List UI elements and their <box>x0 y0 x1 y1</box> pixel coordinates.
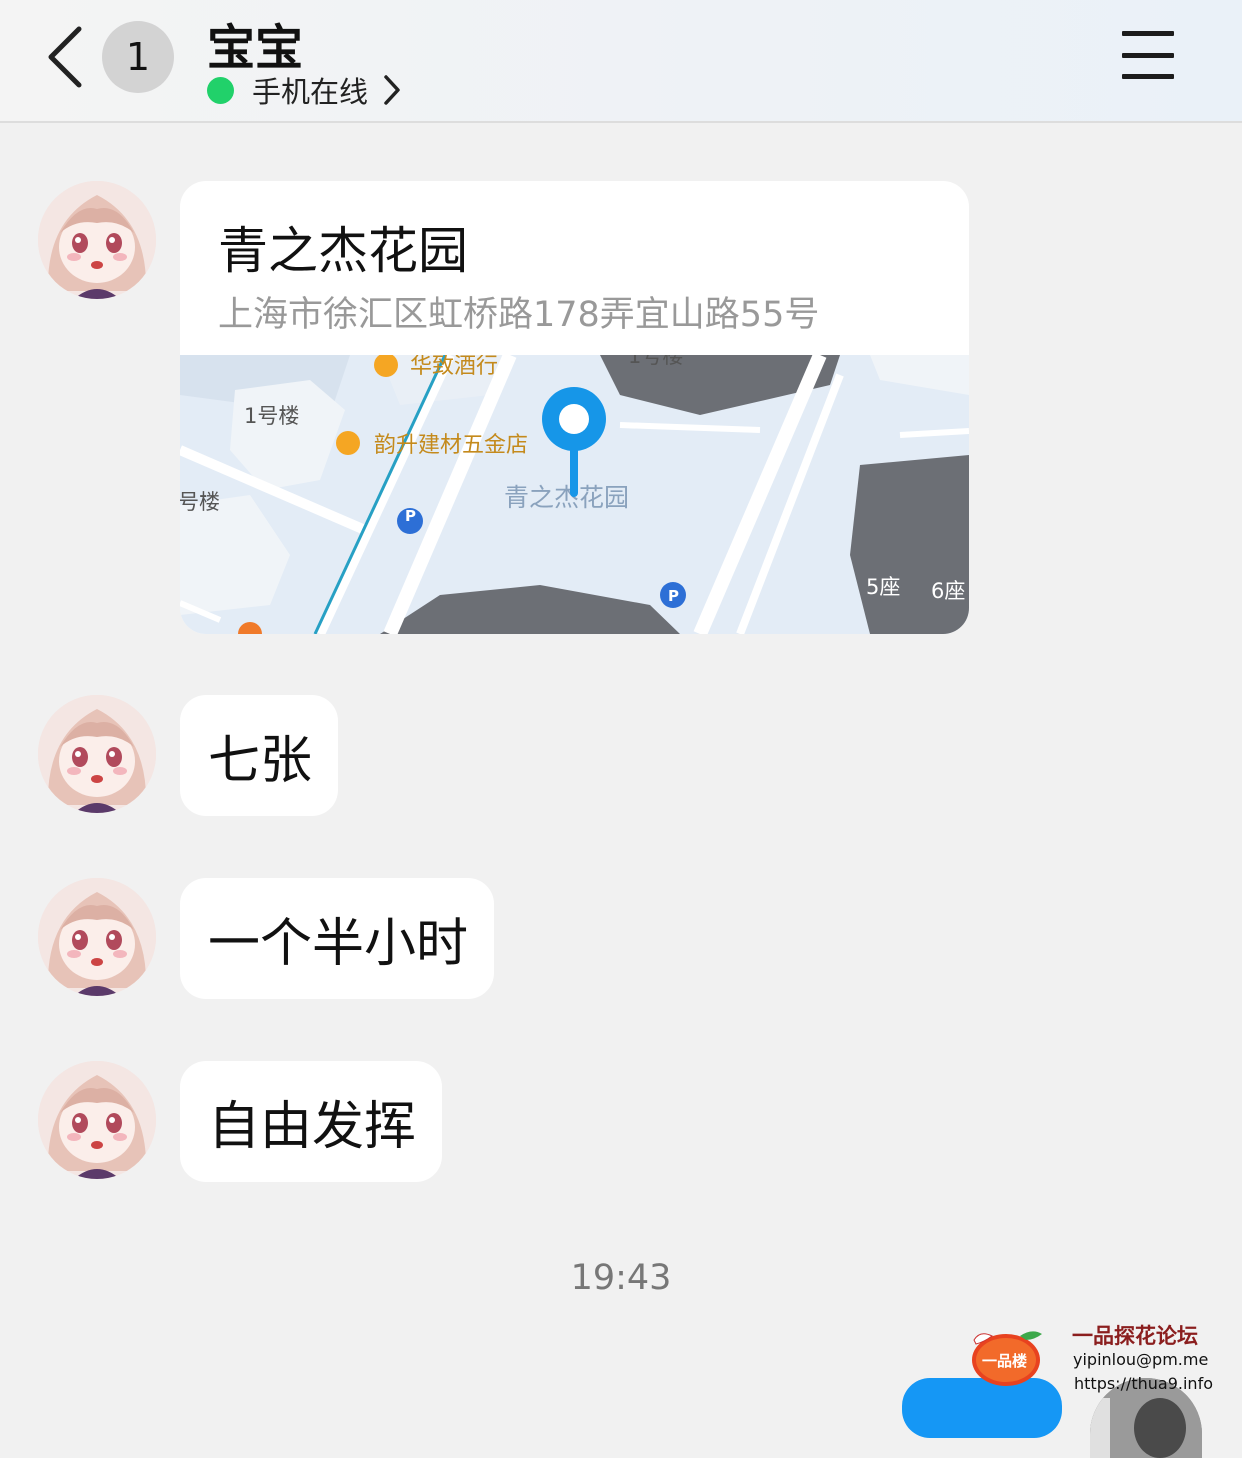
message-bubble[interactable]: 七张 <box>180 695 338 816</box>
chevron-left-icon <box>48 26 82 88</box>
logo-text: 一品楼 <box>982 1352 1027 1370</box>
message-bubble[interactable]: 自由发挥 <box>180 1061 442 1182</box>
map-label-building-left: 号楼 <box>180 490 220 514</box>
contact-name: 宝宝 <box>207 20 304 76</box>
anime-girl-avatar-icon <box>38 1061 156 1179</box>
message-timestamp: 19:43 <box>570 1258 672 1298</box>
location-message[interactable]: 青之杰花园 上海市徐汇区虹桥路178弄宜山路55号 P P 华致酒行 1号楼 1… <box>180 181 969 634</box>
contact-avatar[interactable] <box>38 181 156 299</box>
location-address: 上海市徐汇区虹桥路178弄宜山路55号 <box>218 295 820 335</box>
watermark-email: yipinlou@pm.me <box>1073 1350 1209 1369</box>
chat-header: 1 宝宝 手机在线 <box>0 0 1242 123</box>
contact-avatar[interactable] <box>38 1061 156 1179</box>
location-map[interactable]: P P 华致酒行 1号楼 1号楼 韵升建材五金店 号楼 青之杰花园 5座 6座 <box>180 355 969 634</box>
map-label-poi-1: 华致酒行 <box>410 355 498 379</box>
contact-avatar[interactable] <box>38 695 156 813</box>
map-label-building-1: 1号楼 <box>244 404 299 428</box>
menu-line <box>1122 74 1174 79</box>
forum-logo-icon: 一品楼 <box>972 1331 1042 1386</box>
menu-line <box>1122 52 1174 58</box>
contact-avatar[interactable] <box>38 878 156 996</box>
anime-girl-avatar-icon <box>38 878 156 996</box>
location-name: 青之杰花园 <box>218 222 468 280</box>
back-button[interactable] <box>40 24 90 90</box>
watermark-title: 一品探花论坛 <box>1072 1324 1198 1348</box>
message-bubble[interactable]: 一个半小时 <box>180 878 494 999</box>
anime-girl-avatar-icon <box>38 695 156 813</box>
online-status[interactable]: 手机在线 <box>207 70 402 110</box>
svg-text:P: P <box>405 507 416 525</box>
anime-girl-avatar-icon <box>38 181 156 299</box>
map-label-poi-2: 韵升建材五金店 <box>374 433 528 458</box>
chevron-right-icon <box>382 74 402 106</box>
svg-text:P: P <box>668 587 679 605</box>
unread-count-badge[interactable]: 1 <box>102 21 174 93</box>
menu-button[interactable] <box>1122 31 1174 79</box>
watermark-url: https://thua9.info <box>1074 1374 1213 1393</box>
map-label-seat-6: 6座 <box>931 579 965 603</box>
map-label-center: 青之杰花园 <box>504 483 629 512</box>
map-label-building-top: 1号楼 <box>628 355 683 368</box>
map-label-seat-5: 5座 <box>866 575 900 599</box>
online-dot-icon <box>207 76 234 104</box>
menu-line <box>1122 31 1174 36</box>
status-text: 手机在线 <box>252 75 369 109</box>
